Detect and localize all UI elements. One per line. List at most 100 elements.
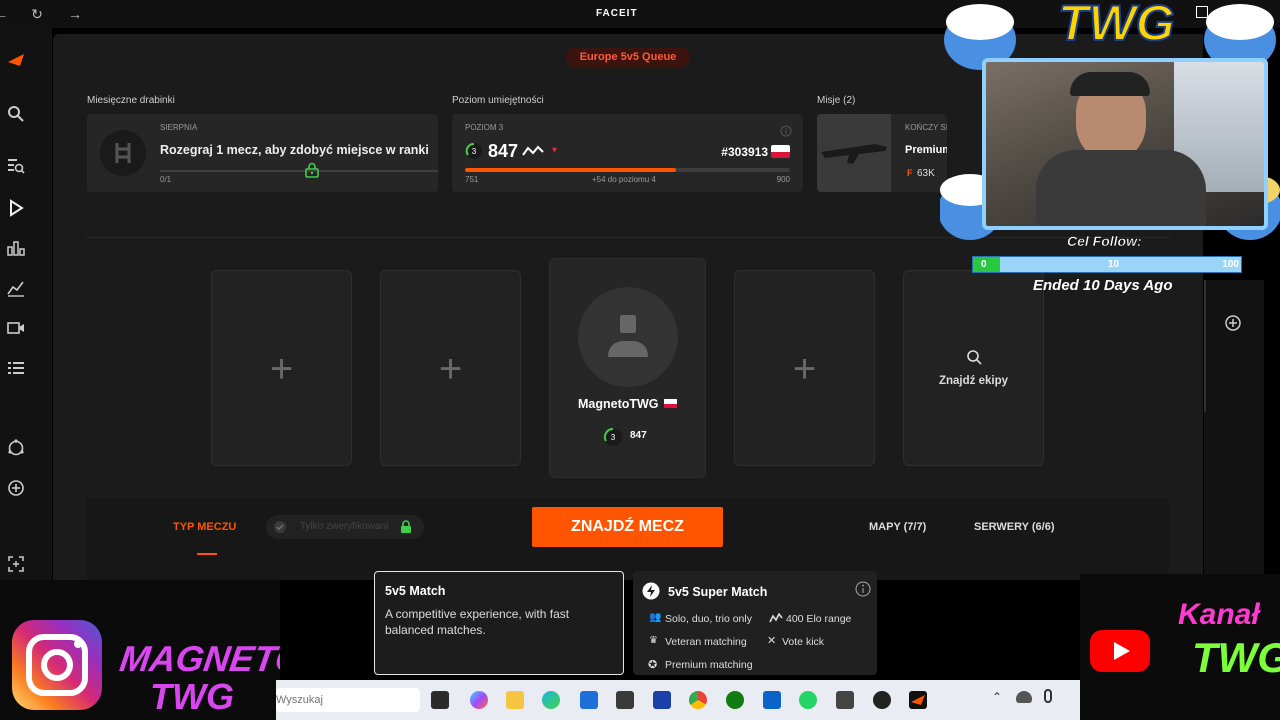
- instagram-icon: [12, 620, 102, 710]
- outlook-icon[interactable]: [763, 691, 781, 709]
- queue-badge[interactable]: Europe 5v5 Queue: [566, 47, 690, 67]
- reload-icon[interactable]: ↻: [28, 5, 46, 23]
- whatsapp-icon[interactable]: [799, 691, 817, 709]
- file-explorer-icon[interactable]: [506, 691, 524, 709]
- mode-super-title: 5v5 Super Match: [668, 585, 768, 599]
- tab-match-type[interactable]: TYP MECZU: [173, 521, 236, 533]
- add-friend-icon[interactable]: [1224, 314, 1242, 332]
- mission-image: [817, 114, 891, 192]
- skill-level-title: POZIOM 3: [465, 123, 504, 132]
- find-players-icon[interactable]: [6, 156, 26, 176]
- mode-super-feature: Vote kick: [782, 636, 825, 648]
- follow-goal-current: 10: [1108, 259, 1120, 270]
- follow-goal-max: 100: [1222, 259, 1239, 270]
- lightning-icon: [642, 582, 660, 600]
- video-icon[interactable]: [6, 318, 26, 338]
- follow-goal-min: 0: [981, 259, 987, 270]
- stream-overlay-webcam: TWG Cel Follow: 0 10 100 Ended 10 Days A…: [940, 0, 1280, 300]
- search-icon[interactable]: [6, 104, 26, 124]
- right-sidebar: [1204, 280, 1264, 580]
- chrome-icon[interactable]: [689, 691, 707, 709]
- elo-range-max: 900: [776, 175, 790, 184]
- missions-label: Misje (2): [817, 95, 856, 106]
- chevron-up-icon[interactable]: ⌃: [992, 690, 1002, 704]
- rank-value: #303913: [721, 145, 768, 159]
- info-icon[interactable]: [855, 581, 871, 597]
- youtube-icon: [1090, 630, 1150, 672]
- copilot-icon[interactable]: [470, 691, 488, 709]
- plus-icon: +: [269, 347, 294, 391]
- obs-icon[interactable]: [873, 691, 891, 709]
- plus-icon: +: [792, 347, 817, 391]
- stream-overlay-instagram: MAGNETO TWG: [0, 580, 280, 720]
- expand-icon[interactable]: [6, 554, 26, 574]
- edge-icon[interactable]: [542, 691, 560, 709]
- magneto-brand-text: MAGNETO: [117, 638, 280, 679]
- flag-pl-icon: [771, 145, 790, 158]
- elo-to-next-level: +54 do poziomu 4: [592, 175, 656, 184]
- level-badge-number: 3: [472, 147, 477, 156]
- app-icon[interactable]: [836, 691, 854, 709]
- taskbar-search-input[interactable]: [276, 688, 420, 712]
- player-level-number: 3: [611, 433, 616, 442]
- faceit-points-icon: F: [907, 168, 913, 178]
- tab-underline: [197, 553, 217, 555]
- mode-super-feature: 400 Elo range: [786, 613, 852, 625]
- ladder-month: SIERPNIA: [160, 123, 198, 132]
- faceit-logo-icon[interactable]: [6, 50, 26, 70]
- mission-card[interactable]: KOŃCZY SIĘ ZA Premium M F 63K: [817, 114, 947, 192]
- party-slot-empty[interactable]: +: [211, 270, 352, 466]
- mode-super-feature: Premium matching: [665, 659, 753, 671]
- store-icon[interactable]: [580, 691, 598, 709]
- forward-icon[interactable]: →: [66, 5, 84, 23]
- xbox-icon[interactable]: [726, 691, 744, 709]
- find-team-label: Znajdź ekipy: [938, 375, 1009, 387]
- play-icon[interactable]: [6, 198, 26, 218]
- tab-servers[interactable]: SERWERY (6/6): [974, 521, 1055, 533]
- level-badge-icon: 3: [465, 143, 482, 159]
- close-icon[interactable]: ✕: [1232, 2, 1245, 22]
- stats-icon[interactable]: [6, 278, 26, 298]
- faceit-app-icon[interactable]: [909, 691, 927, 709]
- follow-goal-bar: 0 10 100: [972, 256, 1242, 273]
- plus-icon: +: [438, 347, 463, 391]
- party-slot-empty[interactable]: +: [380, 270, 521, 466]
- lock-icon: [305, 162, 319, 178]
- mode-match-title: 5v5 Match: [385, 584, 446, 598]
- app-icon[interactable]: [653, 691, 671, 709]
- app-icon[interactable]: [616, 691, 634, 709]
- monthly-ladder-card[interactable]: SIERPNIA Rozegraj 1 mecz, aby zdobyć mie…: [87, 114, 438, 192]
- microphone-icon[interactable]: [1044, 689, 1052, 703]
- ladder-text: Rozegraj 1 mecz, aby zdobyć miejsce w ra…: [160, 143, 429, 157]
- party-slot-empty[interactable]: +: [734, 270, 875, 466]
- search-icon: [967, 350, 982, 365]
- star-icon: ✪: [648, 659, 658, 671]
- onedrive-icon[interactable]: [1016, 691, 1032, 703]
- users-icon: 👥: [649, 612, 662, 623]
- mode-card-match[interactable]: 5v5 Match A competitive experience, with…: [374, 571, 624, 675]
- info-icon[interactable]: [780, 125, 792, 137]
- rankings-icon[interactable]: [6, 238, 26, 258]
- tab-maps[interactable]: MAPY (7/7): [869, 521, 926, 533]
- add-icon[interactable]: [6, 478, 26, 498]
- player-level-icon: 3: [603, 427, 622, 446]
- support-icon[interactable]: [6, 438, 26, 458]
- chevron-down-icon[interactable]: ▾: [552, 145, 557, 156]
- ladder-progress: 0/1: [160, 175, 172, 184]
- follow-goal-label: Cel Follow:: [1067, 233, 1142, 249]
- party-slot-player[interactable]: MagnetoTWG 3 847: [549, 258, 706, 478]
- ladder-icon: [100, 130, 146, 176]
- verified-only-toggle[interactable]: Tylko zweryfikowani: [266, 515, 424, 539]
- back-icon[interactable]: ←: [0, 5, 10, 23]
- maximize-icon[interactable]: [1196, 6, 1208, 18]
- verified-icon: [274, 521, 286, 533]
- webcam-feed: [982, 58, 1268, 230]
- kanal-brand-text: Kanał: [1178, 598, 1260, 631]
- lock-icon: [401, 520, 411, 533]
- skill-level-card[interactable]: POZIOM 3 3 847 ▾ #303913 751 +54 do pozi…: [452, 114, 803, 192]
- find-match-button[interactable]: ZNAJDŹ MECZ: [532, 507, 723, 547]
- skill-level-label: Poziom umiejętności: [452, 95, 544, 106]
- mode-card-super[interactable]: 5v5 Super Match 👥 Solo, duo, trio only 4…: [633, 571, 877, 675]
- task-view-icon[interactable]: [431, 691, 449, 709]
- list-icon[interactable]: [6, 358, 26, 378]
